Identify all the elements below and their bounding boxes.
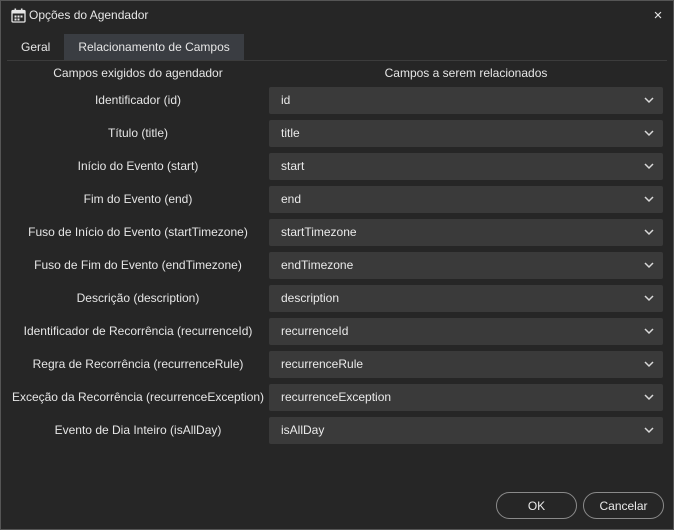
field-select[interactable]: title	[269, 120, 663, 147]
mapped-fields-header: Campos a serem relacionados	[384, 66, 548, 80]
field-label: Evento de Dia Inteiro (isAllDay)	[54, 423, 222, 437]
calendar-icon	[11, 8, 26, 23]
title-bar: Opções do Agendador ×	[1, 1, 673, 29]
field-label: Início do Evento (start)	[77, 159, 199, 173]
cancel-button[interactable]: Cancelar	[583, 492, 664, 519]
field-select[interactable]: end	[269, 186, 663, 213]
chevron-down-icon	[644, 427, 654, 434]
field-select[interactable]: id	[269, 87, 663, 114]
tab-relacionamento-de-campos[interactable]: Relacionamento de Campos	[64, 34, 244, 60]
field-select-value: recurrenceId	[281, 324, 349, 338]
field-select-value: description	[281, 291, 340, 305]
chevron-down-icon	[644, 361, 654, 368]
field-select-value: recurrenceException	[281, 390, 392, 404]
field-select-value: start	[281, 159, 305, 173]
scheduler-options-dialog: Opções do Agendador × Geral Relacionamen…	[0, 0, 674, 530]
field-label: Título (title)	[107, 126, 168, 140]
field-select-value: isAllDay	[281, 423, 325, 437]
field-select[interactable]: start	[269, 153, 663, 180]
field-label: Fuso de Início do Evento (startTimezone)	[28, 225, 248, 239]
field-select-value: recurrenceRule	[281, 357, 364, 371]
field-label: Fuso de Fim do Evento (endTimezone)	[34, 258, 242, 272]
field-select[interactable]: startTimezone	[269, 219, 663, 246]
field-label: Identificador (id)	[94, 93, 182, 107]
field-select[interactable]: description	[269, 285, 663, 312]
field-select-value: endTimezone	[281, 258, 354, 272]
window-title: Opções do Agendador	[29, 8, 149, 22]
field-select-value: startTimezone	[281, 225, 357, 239]
field-label: Fim do Evento (end)	[83, 192, 193, 206]
field-label: Identificador de Recorrência (recurrence…	[23, 324, 253, 338]
required-fields-header: Campos exigidos do agendador	[53, 66, 223, 80]
field-select[interactable]: recurrenceId	[269, 318, 663, 345]
field-select[interactable]: recurrenceException	[269, 384, 663, 411]
tab-geral[interactable]: Geral	[7, 34, 64, 60]
chevron-down-icon	[644, 328, 654, 335]
field-label: Regra de Recorrência (recurrenceRule)	[32, 357, 244, 371]
chevron-down-icon	[644, 196, 654, 203]
chevron-down-icon	[644, 262, 654, 269]
field-select[interactable]: isAllDay	[269, 417, 663, 444]
chevron-down-icon	[644, 163, 654, 170]
field-select-value: id	[281, 93, 291, 107]
chevron-down-icon	[644, 97, 654, 104]
close-icon[interactable]: ×	[649, 6, 667, 24]
field-select-value: title	[281, 126, 300, 140]
tab-bar: Geral Relacionamento de Campos	[7, 34, 667, 61]
field-select[interactable]: endTimezone	[269, 252, 663, 279]
chevron-down-icon	[644, 130, 654, 137]
chevron-down-icon	[644, 394, 654, 401]
field-select-value: end	[281, 192, 302, 206]
chevron-down-icon	[644, 295, 654, 302]
field-label: Descrição (description)	[76, 291, 200, 305]
chevron-down-icon	[644, 229, 654, 236]
ok-button[interactable]: OK	[496, 492, 577, 519]
field-select[interactable]: recurrenceRule	[269, 351, 663, 378]
field-label: Exceção da Recorrência (recurrenceExcept…	[11, 390, 265, 404]
